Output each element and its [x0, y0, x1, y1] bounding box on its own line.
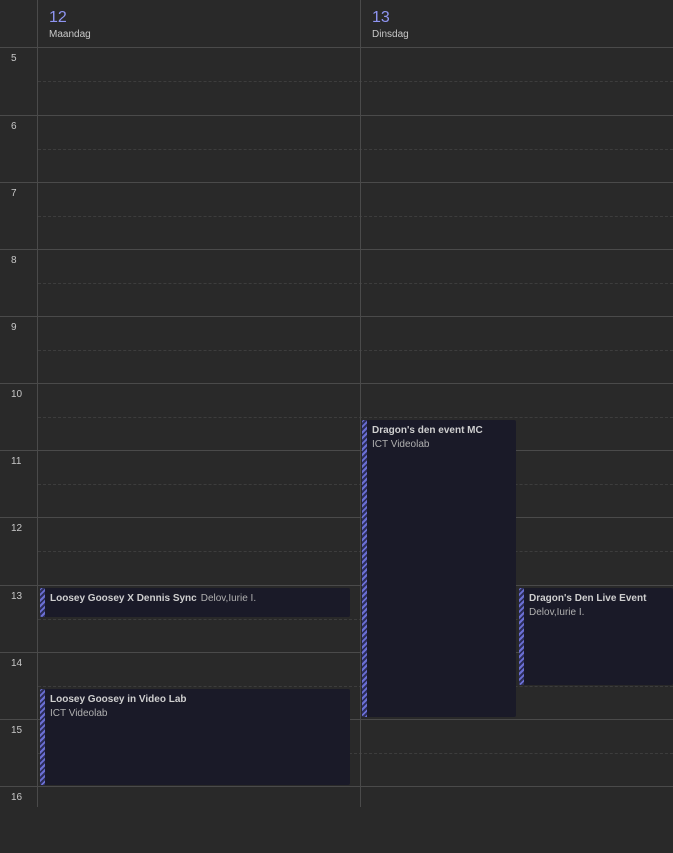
day-number: 13	[372, 9, 390, 26]
hour-label: 15	[11, 725, 23, 736]
day-name: Dinsdag	[372, 29, 409, 40]
half-hour-line	[38, 484, 673, 485]
half-hour-line	[38, 417, 673, 418]
half-hour-line	[38, 81, 673, 82]
event-dragons-den-live[interactable]: Dragon's Den Live Event Delov,Iurie I.	[519, 588, 673, 685]
event-loosey-goosey-video-lab[interactable]: Loosey Goosey in Video Lab ICT Videolab	[40, 689, 350, 785]
day-header-tuesday[interactable]: 13 Dinsdag	[361, 0, 673, 47]
hour-row[interactable]: 16	[0, 786, 673, 853]
half-hour-line	[38, 686, 673, 687]
calendar-header: 12 Maandag 13 Dinsdag	[0, 0, 673, 48]
event-organizer: Delov,Iurie I.	[529, 607, 585, 618]
hour-label: 12	[11, 523, 23, 534]
hour-label: 10	[11, 389, 23, 400]
hour-label: 16	[11, 792, 23, 803]
event-title: Dragon's Den Live Event	[529, 593, 647, 604]
event-dragons-den-mc[interactable]: Dragon's den event MC ICT Videolab	[362, 420, 516, 717]
event-stripe	[40, 588, 45, 617]
day-header-monday[interactable]: 12 Maandag	[38, 0, 360, 47]
event-location: ICT Videolab	[50, 708, 108, 719]
event-title: Loosey Goosey X Dennis Sync Delov,Iurie I…	[50, 593, 256, 604]
hour-label: 14	[11, 658, 23, 669]
event-title: Dragon's den event MC	[372, 425, 483, 436]
half-hour-line	[38, 283, 673, 284]
event-title: Loosey Goosey in Video Lab	[50, 694, 187, 705]
hour-row[interactable]: 7	[0, 182, 673, 249]
column-divider	[360, 0, 361, 807]
day-name: Maandag	[49, 29, 91, 40]
half-hour-line	[38, 551, 673, 552]
half-hour-line	[38, 350, 673, 351]
hour-label: 5	[11, 53, 17, 64]
half-hour-line	[38, 216, 673, 217]
hour-row[interactable]: 10	[0, 383, 673, 450]
event-title-text: Loosey Goosey X Dennis Sync	[50, 593, 197, 604]
hour-row[interactable]: 9	[0, 316, 673, 383]
hour-row[interactable]: 5	[0, 48, 673, 115]
event-loosey-goosey-sync[interactable]: Loosey Goosey X Dennis Sync Delov,Iurie I…	[40, 588, 350, 617]
hour-row[interactable]: 6	[0, 115, 673, 182]
hour-row[interactable]: 11	[0, 450, 673, 517]
hour-label: 13	[11, 591, 23, 602]
event-stripe	[519, 588, 524, 685]
column-divider	[37, 0, 38, 807]
event-stripe	[40, 689, 45, 785]
event-organizer: Delov,Iurie I.	[200, 593, 257, 604]
half-hour-line	[38, 149, 673, 150]
event-location: ICT Videolab	[372, 439, 430, 450]
day-number: 12	[49, 9, 67, 26]
hour-label: 8	[11, 255, 17, 266]
hour-row[interactable]: 12	[0, 517, 673, 584]
hour-label: 7	[11, 188, 17, 199]
hour-label: 11	[11, 456, 22, 467]
event-stripe	[362, 420, 367, 717]
hour-row[interactable]: 8	[0, 249, 673, 316]
hour-label: 9	[11, 322, 17, 333]
hour-label: 6	[11, 121, 17, 132]
